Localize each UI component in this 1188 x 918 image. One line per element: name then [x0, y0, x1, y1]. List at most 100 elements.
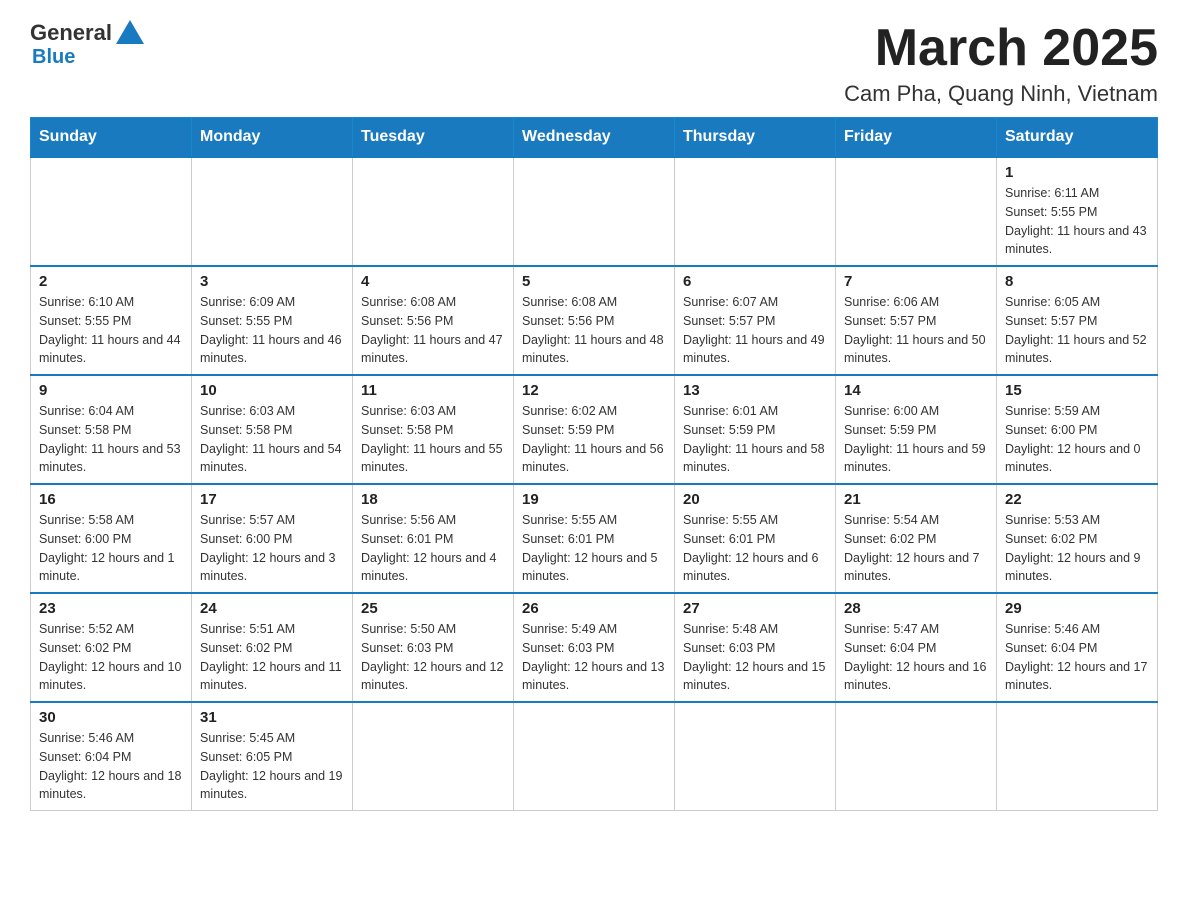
weekday-header-wednesday: Wednesday [514, 118, 675, 158]
day-info: Sunrise: 5:46 AM Sunset: 6:04 PM Dayligh… [39, 729, 183, 804]
day-info: Sunrise: 6:03 AM Sunset: 5:58 PM Dayligh… [361, 402, 505, 477]
day-number: 8 [1005, 273, 1149, 290]
calendar-cell: 23Sunrise: 5:52 AM Sunset: 6:02 PM Dayli… [31, 593, 192, 702]
day-number: 6 [683, 273, 827, 290]
calendar-week-row: 9Sunrise: 6:04 AM Sunset: 5:58 PM Daylig… [31, 375, 1158, 484]
calendar-cell [675, 702, 836, 811]
calendar-cell: 5 Sunrise: 6:08 AM Sunset: 5:56 PM Daylig… [514, 266, 675, 375]
day-number: 4 [361, 273, 505, 290]
day-number: 13 [683, 382, 827, 399]
calendar-cell: 10 Sunrise: 6:03 AM Sunset: 5:58 PM Dayli… [192, 375, 353, 484]
day-info: Sunrise: 6:09 AM Sunset: 5:55 PM Dayligh… [200, 293, 344, 368]
calendar-cell: 21 Sunrise: 5:54 AM Sunset: 6:02 PM Dayli… [836, 484, 997, 593]
title-section: March 2025 Cam Pha, Quang Ninh, Vietnam [844, 20, 1158, 107]
calendar-cell [31, 157, 192, 266]
weekday-header-friday: Friday [836, 118, 997, 158]
day-info: Sunrise: 5:46 AM Sunset: 6:04 PM Dayligh… [1005, 620, 1149, 695]
day-number: 10 [200, 382, 344, 399]
day-number: 28 [844, 600, 988, 617]
day-info: Sunrise: 5:48 AM Sunset: 6:03 PM Dayligh… [683, 620, 827, 695]
calendar-cell: 1 Sunrise: 6:11 AM Sunset: 5:55 PM Daylig… [997, 157, 1158, 266]
day-info: Sunrise: 5:59 AM Sunset: 6:00 PM Dayligh… [1005, 402, 1149, 477]
day-number: 25 [361, 600, 505, 617]
day-number: 15 [1005, 382, 1149, 399]
calendar-cell: 15 Sunrise: 5:59 AM Sunset: 6:00 PM Dayli… [997, 375, 1158, 484]
day-info: Sunrise: 5:51 AM Sunset: 6:02 PM Dayligh… [200, 620, 344, 695]
day-number: 29 [1005, 600, 1149, 617]
day-info: Sunrise: 6:07 AM Sunset: 5:57 PM Dayligh… [683, 293, 827, 368]
calendar-cell: 29 Sunrise: 5:46 AM Sunset: 6:04 PM Dayli… [997, 593, 1158, 702]
day-number: 1 [1005, 164, 1149, 181]
day-number: 16 [39, 491, 183, 508]
calendar-cell: 13 Sunrise: 6:01 AM Sunset: 5:59 PM Dayli… [675, 375, 836, 484]
day-info: Sunrise: 6:00 AM Sunset: 5:59 PM Dayligh… [844, 402, 988, 477]
calendar-week-row: 30Sunrise: 5:46 AM Sunset: 6:04 PM Dayli… [31, 702, 1158, 811]
calendar-cell: 16 Sunrise: 5:58 AM Sunset: 6:00 PM Dayli… [31, 484, 192, 593]
calendar-cell: 3 Sunrise: 6:09 AM Sunset: 5:55 PM Daylig… [192, 266, 353, 375]
calendar-cell: 31 Sunrise: 5:45 AM Sunset: 6:05 PM Dayli… [192, 702, 353, 811]
day-number: 20 [683, 491, 827, 508]
day-info: Sunrise: 5:53 AM Sunset: 6:02 PM Dayligh… [1005, 511, 1149, 586]
weekday-header-tuesday: Tuesday [353, 118, 514, 158]
day-info: Sunrise: 5:50 AM Sunset: 6:03 PM Dayligh… [361, 620, 505, 695]
location-subtitle: Cam Pha, Quang Ninh, Vietnam [844, 81, 1158, 107]
day-number: 5 [522, 273, 666, 290]
logo-triangle-icon [116, 20, 144, 44]
calendar-cell: 18Sunrise: 5:56 AM Sunset: 6:01 PM Dayli… [353, 484, 514, 593]
calendar-cell: 6 Sunrise: 6:07 AM Sunset: 5:57 PM Daylig… [675, 266, 836, 375]
day-info: Sunrise: 6:04 AM Sunset: 5:58 PM Dayligh… [39, 402, 183, 477]
calendar-cell: 9Sunrise: 6:04 AM Sunset: 5:58 PM Daylig… [31, 375, 192, 484]
calendar-cell [836, 702, 997, 811]
calendar-cell: 8 Sunrise: 6:05 AM Sunset: 5:57 PM Daylig… [997, 266, 1158, 375]
month-year-title: March 2025 [844, 20, 1158, 77]
calendar-cell: 22 Sunrise: 5:53 AM Sunset: 6:02 PM Dayli… [997, 484, 1158, 593]
day-number: 22 [1005, 491, 1149, 508]
day-info: Sunrise: 5:58 AM Sunset: 6:00 PM Dayligh… [39, 511, 183, 586]
calendar-cell: 20 Sunrise: 5:55 AM Sunset: 6:01 PM Dayli… [675, 484, 836, 593]
page-header: General Blue March 2025 Cam Pha, Quang N… [30, 20, 1158, 107]
day-number: 17 [200, 491, 344, 508]
day-number: 21 [844, 491, 988, 508]
calendar-week-row: 23Sunrise: 5:52 AM Sunset: 6:02 PM Dayli… [31, 593, 1158, 702]
day-number: 19 [522, 491, 666, 508]
calendar-cell [675, 157, 836, 266]
day-info: Sunrise: 5:45 AM Sunset: 6:05 PM Dayligh… [200, 729, 344, 804]
calendar-cell: 17 Sunrise: 5:57 AM Sunset: 6:00 PM Dayli… [192, 484, 353, 593]
day-info: Sunrise: 5:55 AM Sunset: 6:01 PM Dayligh… [683, 511, 827, 586]
day-info: Sunrise: 6:08 AM Sunset: 5:56 PM Dayligh… [522, 293, 666, 368]
day-info: Sunrise: 5:49 AM Sunset: 6:03 PM Dayligh… [522, 620, 666, 695]
calendar-cell: 27Sunrise: 5:48 AM Sunset: 6:03 PM Dayli… [675, 593, 836, 702]
calendar-cell: 7Sunrise: 6:06 AM Sunset: 5:57 PM Daylig… [836, 266, 997, 375]
day-info: Sunrise: 6:02 AM Sunset: 5:59 PM Dayligh… [522, 402, 666, 477]
calendar-cell [353, 702, 514, 811]
logo: General Blue [30, 20, 144, 69]
calendar-cell: 11 Sunrise: 6:03 AM Sunset: 5:58 PM Dayli… [353, 375, 514, 484]
calendar-week-row: 16 Sunrise: 5:58 AM Sunset: 6:00 PM Dayli… [31, 484, 1158, 593]
calendar-cell [514, 157, 675, 266]
day-info: Sunrise: 5:56 AM Sunset: 6:01 PM Dayligh… [361, 511, 505, 586]
calendar-cell: 25 Sunrise: 5:50 AM Sunset: 6:03 PM Dayli… [353, 593, 514, 702]
calendar-cell [514, 702, 675, 811]
day-info: Sunrise: 6:08 AM Sunset: 5:56 PM Dayligh… [361, 293, 505, 368]
day-number: 3 [200, 273, 344, 290]
day-number: 31 [200, 709, 344, 726]
day-info: Sunrise: 6:05 AM Sunset: 5:57 PM Dayligh… [1005, 293, 1149, 368]
calendar-week-row: 2Sunrise: 6:10 AM Sunset: 5:55 PM Daylig… [31, 266, 1158, 375]
calendar-cell: 30Sunrise: 5:46 AM Sunset: 6:04 PM Dayli… [31, 702, 192, 811]
day-info: Sunrise: 5:57 AM Sunset: 6:00 PM Dayligh… [200, 511, 344, 586]
day-info: Sunrise: 6:03 AM Sunset: 5:58 PM Dayligh… [200, 402, 344, 477]
day-number: 23 [39, 600, 183, 617]
day-info: Sunrise: 5:54 AM Sunset: 6:02 PM Dayligh… [844, 511, 988, 586]
day-info: Sunrise: 6:01 AM Sunset: 5:59 PM Dayligh… [683, 402, 827, 477]
day-number: 11 [361, 382, 505, 399]
calendar-week-row: 1 Sunrise: 6:11 AM Sunset: 5:55 PM Daylig… [31, 157, 1158, 266]
calendar-cell: 19Sunrise: 5:55 AM Sunset: 6:01 PM Dayli… [514, 484, 675, 593]
day-number: 7 [844, 273, 988, 290]
calendar-cell: 14 Sunrise: 6:00 AM Sunset: 5:59 PM Dayli… [836, 375, 997, 484]
day-number: 14 [844, 382, 988, 399]
calendar-header-row: SundayMondayTuesdayWednesdayThursdayFrid… [31, 118, 1158, 158]
day-info: Sunrise: 6:10 AM Sunset: 5:55 PM Dayligh… [39, 293, 183, 368]
calendar-cell: 24Sunrise: 5:51 AM Sunset: 6:02 PM Dayli… [192, 593, 353, 702]
day-info: Sunrise: 6:11 AM Sunset: 5:55 PM Dayligh… [1005, 184, 1149, 259]
calendar-cell: 4 Sunrise: 6:08 AM Sunset: 5:56 PM Daylig… [353, 266, 514, 375]
